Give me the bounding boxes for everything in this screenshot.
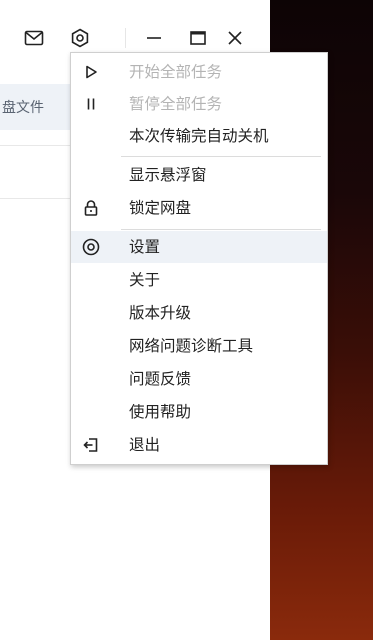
menu-item-floating-window[interactable]: 显示悬浮窗 [71,159,327,191]
menu-item-lock-drive[interactable]: 锁定网盘 [71,192,327,224]
menu-item-label: 问题反馈 [129,370,192,388]
settings-button[interactable] [68,26,92,50]
menu-item-help[interactable]: 使用帮助 [71,396,327,428]
exit-icon [81,435,101,455]
settings-dropdown-menu: 开始全部任务 暂停全部任务 本次传输完自动关机 显示悬浮窗 锁定网盘 设置 关于… [70,52,328,465]
pause-icon [81,94,101,114]
title-bar-separator [125,28,126,48]
menu-separator [121,156,321,157]
menu-item-label: 版本升级 [129,304,192,322]
mail-icon [24,30,44,46]
settings-icon [71,28,89,48]
close-button[interactable] [223,26,247,50]
menu-item-auto-shutdown[interactable]: 本次传输完自动关机 [71,120,327,152]
settings-icon [81,237,101,257]
play-icon [81,62,101,82]
minimize-icon [147,37,161,39]
menu-item-exit[interactable]: 退出 [71,429,327,461]
title-bar [0,0,270,54]
menu-item-start-all[interactable]: 开始全部任务 [71,56,327,88]
close-icon [228,31,242,45]
menu-item-pause-all[interactable]: 暂停全部任务 [71,88,327,120]
menu-item-about[interactable]: 关于 [71,264,327,296]
menu-item-upgrade[interactable]: 版本升级 [71,297,327,329]
minimize-button[interactable] [142,26,166,50]
list-divider [0,198,74,199]
menu-item-label: 设置 [129,238,161,256]
menu-item-label: 本次传输完自动关机 [129,127,269,145]
menu-item-feedback[interactable]: 问题反馈 [71,363,327,395]
file-tab[interactable]: 盘文件 [0,84,74,130]
menu-item-label: 开始全部任务 [129,63,223,81]
menu-item-label: 显示悬浮窗 [129,166,207,184]
maximize-icon [190,31,206,45]
menu-separator [121,229,321,230]
menu-item-label: 退出 [129,436,161,454]
maximize-button[interactable] [186,26,210,50]
menu-item-label: 暂停全部任务 [129,95,223,113]
mail-button[interactable] [22,26,46,50]
menu-item-label: 网络问题诊断工具 [129,337,254,355]
menu-item-label: 锁定网盘 [129,199,192,217]
menu-item-settings[interactable]: 设置 [71,231,327,263]
menu-item-label: 关于 [129,271,161,289]
menu-item-label: 使用帮助 [129,403,192,421]
menu-item-network-diagnosis[interactable]: 网络问题诊断工具 [71,330,327,362]
list-divider [0,145,74,146]
lock-icon [81,198,101,218]
